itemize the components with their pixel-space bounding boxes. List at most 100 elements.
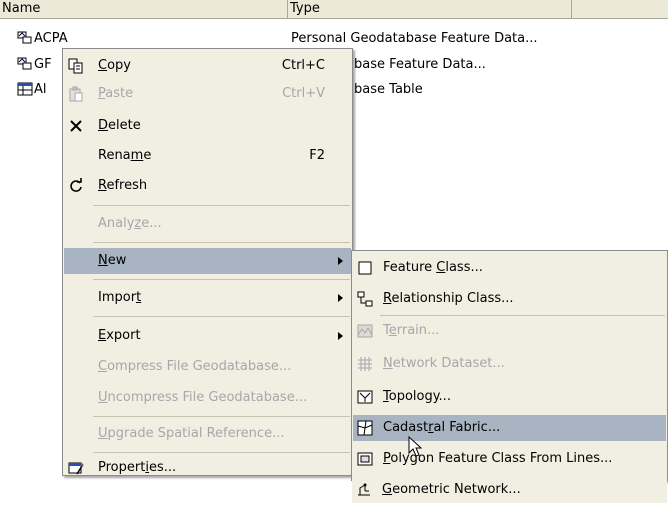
menu-item-copy[interactable]: Copy Ctrl+C <box>64 53 351 79</box>
menu-label: Feature <box>383 260 437 275</box>
new-submenu: Feature Class... Relationship Class... T… <box>351 250 668 481</box>
menu-item-export[interactable]: Export <box>64 323 351 349</box>
mnemonic: C <box>98 359 108 374</box>
menu-item-network-dataset[interactable]: Network Dataset... <box>353 351 666 377</box>
paste-icon <box>69 86 83 102</box>
menu-label: ncompress File Geodatabase... <box>107 390 308 405</box>
menu-label: Rena <box>98 148 131 163</box>
polygon-feature-class-icon <box>357 452 373 466</box>
menu-label: Propert <box>98 460 146 475</box>
menu-separator <box>93 416 350 417</box>
menu-item-polygon-feature-class-from-lines[interactable]: Polygon Feature Class From Lines... <box>353 446 666 472</box>
mnemonic: N <box>98 253 108 268</box>
menu-separator <box>93 316 350 317</box>
submenu-arrow-icon <box>338 332 343 340</box>
mnemonic: E <box>98 328 107 343</box>
menu-item-topology[interactable]: Topology... <box>353 384 666 410</box>
menu-item-new[interactable]: New <box>64 248 351 274</box>
item-name: Al <box>34 82 47 97</box>
menu-item-import[interactable]: Import <box>64 285 351 311</box>
menu-separator <box>93 279 350 280</box>
menu-label: Analy <box>98 216 135 231</box>
menu-item-properties[interactable]: Properties... <box>64 455 351 481</box>
list-header: Name Type <box>0 0 668 19</box>
shortcut-label: F2 <box>309 148 325 163</box>
menu-label: aste <box>105 86 134 101</box>
copy-icon <box>68 58 83 74</box>
topology-icon <box>357 390 373 404</box>
mnemonic: D <box>98 118 109 133</box>
relationship-class-icon <box>357 291 373 307</box>
mnemonic: t <box>136 290 142 305</box>
mnemonic: C <box>436 260 446 275</box>
cadastral-fabric-icon <box>357 420 373 436</box>
mnemonic: N <box>383 356 393 371</box>
terrain-icon <box>357 324 373 338</box>
mnemonic: m <box>130 148 144 163</box>
mouse-pointer-icon <box>408 436 422 457</box>
menu-separator <box>93 242 350 243</box>
menu-separator <box>380 315 665 316</box>
list-item[interactable]: ACPA Personal Geodatabase Feature Data..… <box>0 29 668 48</box>
mnemonic: U <box>98 390 108 405</box>
context-menu: Copy Ctrl+C Paste Ctrl+V Delete Rename F… <box>62 48 353 476</box>
menu-label: olygon Feature Class From Lines... <box>390 451 613 466</box>
menu-label: eometric Network... <box>392 482 521 497</box>
submenu-arrow-icon <box>338 294 343 302</box>
column-header-name[interactable]: Name <box>0 0 288 19</box>
menu-item-refresh[interactable]: Refresh <box>64 173 351 199</box>
mnemonic: U <box>98 426 108 441</box>
menu-item-upgrade-spatial-reference[interactable]: Upgrade Spatial Reference... <box>64 421 351 447</box>
mnemonic: G <box>382 482 393 497</box>
menu-label: e <box>143 148 152 163</box>
menu-label: rrain... <box>396 323 440 338</box>
item-name: ACPA <box>34 31 68 46</box>
menu-label: Impor <box>98 290 137 305</box>
menu-item-terrain[interactable]: Terrain... <box>353 318 666 344</box>
menu-item-geometric-network[interactable]: Geometric Network... <box>352 477 667 503</box>
feature-dataset-icon <box>17 31 32 44</box>
menu-label: efresh <box>106 178 148 193</box>
menu-label: e... <box>141 216 162 231</box>
menu-label: ew <box>107 253 127 268</box>
menu-item-paste[interactable]: Paste Ctrl+V <box>64 81 351 107</box>
refresh-icon <box>70 178 82 192</box>
column-header-extra[interactable] <box>572 0 668 19</box>
feature-dataset-icon <box>17 57 32 70</box>
menu-item-delete[interactable]: Delete <box>64 113 351 139</box>
feature-class-icon <box>358 261 372 275</box>
menu-label: etwork Dataset... <box>392 356 505 371</box>
mnemonic: C <box>98 58 108 73</box>
menu-label: opy <box>107 58 131 73</box>
menu-label: xport <box>106 328 141 343</box>
menu-label: lass... <box>445 260 483 275</box>
mnemonic: e <box>388 323 397 338</box>
shortcut-label: Ctrl+V <box>282 86 325 101</box>
geometric-network-icon <box>358 483 370 496</box>
menu-label: opology... <box>388 389 451 404</box>
item-type: Personal Geodatabase Feature Data... <box>291 31 538 46</box>
table-icon <box>17 82 33 96</box>
menu-label: pgrade Spatial Reference... <box>107 426 285 441</box>
properties-icon <box>68 462 84 475</box>
menu-item-feature-class[interactable]: Feature Class... <box>353 255 666 281</box>
menu-item-compress[interactable]: Compress File Geodatabase... <box>64 354 351 380</box>
menu-separator <box>93 205 350 206</box>
menu-label: ompress File Geodatabase... <box>107 359 292 374</box>
menu-separator <box>93 452 350 453</box>
menu-item-uncompress[interactable]: Uncompress File Geodatabase... <box>64 385 351 411</box>
column-header-type[interactable]: Type <box>288 0 572 19</box>
menu-item-rename[interactable]: Rename F2 <box>64 143 351 169</box>
menu-item-analyze[interactable]: Analyze... <box>64 211 351 237</box>
menu-label: es... <box>148 460 177 475</box>
menu-label: elete <box>108 118 141 133</box>
submenu-arrow-icon <box>338 257 343 265</box>
item-name: GF <box>34 57 52 72</box>
menu-item-cadastral-fabric[interactable]: Cadastral Fabric... <box>353 415 666 441</box>
network-dataset-icon <box>358 357 372 371</box>
menu-label: elationship Class... <box>391 291 514 306</box>
menu-label: Cadast <box>383 420 429 435</box>
menu-item-relationship-class[interactable]: Relationship Class... <box>353 286 666 312</box>
menu-label: al Fabric... <box>433 420 501 435</box>
delete-x-icon <box>70 120 82 132</box>
